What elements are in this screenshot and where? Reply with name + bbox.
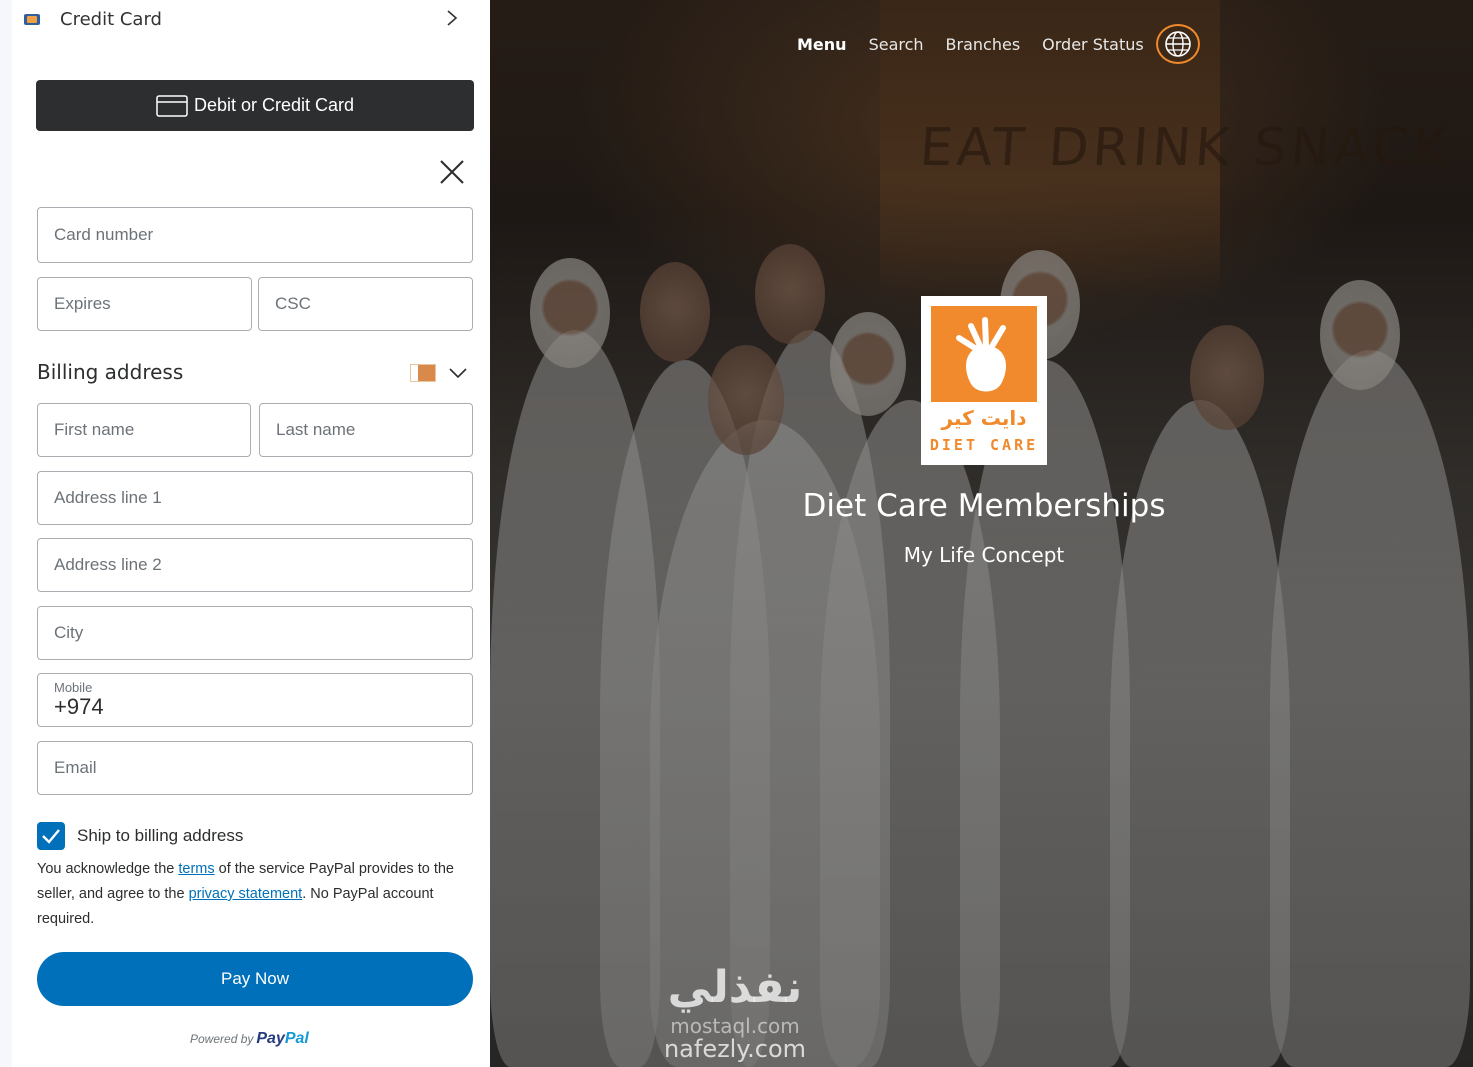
beet-icon [956,317,1006,392]
checkmark-icon [42,829,60,844]
watermark: نفذلي mostaql.com nafezly.com [645,960,825,1067]
card-number-field[interactable] [37,207,473,263]
nav-menu[interactable]: Menu [797,35,847,54]
watermark-arabic: نفذلي [667,962,803,1013]
card-number-input[interactable] [54,225,472,245]
watermark-url-1: mostaql.com [670,1014,800,1038]
address-line-1-field[interactable] [37,471,473,525]
expires-field[interactable] [37,277,252,331]
credit-card-label: Credit Card [60,8,162,30]
credit-card-row[interactable]: Credit Card [24,0,464,38]
country-flag-icon[interactable] [410,364,436,382]
pay-now-label: Pay Now [220,969,290,988]
legal-text: You acknowledge the terms of the service… [37,857,473,932]
logo-arabic-text: دايت كير [941,406,1027,430]
nav-search[interactable]: Search [869,35,924,54]
card-icon [156,94,188,117]
hero-dark-overlay [490,0,1473,1067]
pay-now-button[interactable]: Pay Now [37,952,473,1006]
city-input[interactable] [54,623,472,643]
chevron-down-icon[interactable] [448,366,468,380]
mobile-value[interactable]: +974 [54,695,104,719]
powered-by-paypal: Powered by PayPal [190,1030,309,1048]
logo-emblem [931,306,1037,402]
paypal-logo-pal: Pal [284,1030,309,1047]
privacy-statement-link[interactable]: privacy statement [189,886,303,902]
powered-by-text: Powered by [190,1032,254,1046]
ship-to-billing-checkbox[interactable] [37,822,65,850]
address-line-2-input[interactable] [54,555,472,575]
address-line-1-input[interactable] [54,488,472,508]
last-name-input[interactable] [276,420,472,440]
paypal-logo: PayPal [256,1030,308,1048]
globe-icon [1164,31,1191,57]
city-field[interactable] [37,606,473,660]
email-input[interactable] [54,758,472,778]
first-name-field[interactable] [37,403,251,457]
last-name-field[interactable] [259,403,473,457]
hero-section: EAT DRINK SNACK Menu Search Branches Ord… [490,0,1473,1067]
credit-card-icon [24,13,40,25]
legal-text-part-1: You acknowledge the [37,861,179,877]
logo-latin-text: DIET CARE [929,436,1039,454]
chevron-right-icon[interactable] [446,9,458,27]
csc-field[interactable] [258,277,473,331]
csc-input[interactable] [275,294,472,314]
close-icon[interactable] [438,158,466,186]
nav-order-status[interactable]: Order Status [1042,35,1144,54]
email-field[interactable] [37,741,473,795]
expires-input[interactable] [54,294,251,314]
diet-care-logo: دايت كير DIET CARE [921,296,1047,465]
debit-button-label: Debit or Credit Card [193,95,355,115]
watermark-url-2: nafezly.com [663,1035,807,1063]
mobile-label: Mobile [54,680,93,695]
debit-credit-card-button[interactable]: Debit or Credit Card [36,80,474,131]
billing-address-title: Billing address [37,360,184,384]
paypal-checkout-panel: Credit Card Debit or Credit Card Billing… [0,0,490,1067]
paypal-logo-pay: Pay [256,1030,285,1047]
ship-to-billing-label[interactable]: Ship to billing address [77,826,243,846]
top-navigation: Menu Search Branches Order Status [797,24,1200,64]
mobile-field[interactable]: Mobile +974 [37,673,473,727]
nav-branches[interactable]: Branches [946,35,1021,54]
language-button[interactable] [1155,24,1200,64]
address-line-2-field[interactable] [37,538,473,592]
hero-subtitle: My Life Concept [903,543,1065,567]
hero-title: Diet Care Memberships [802,488,1166,524]
first-name-input[interactable] [54,420,250,440]
terms-link[interactable]: terms [178,861,214,877]
